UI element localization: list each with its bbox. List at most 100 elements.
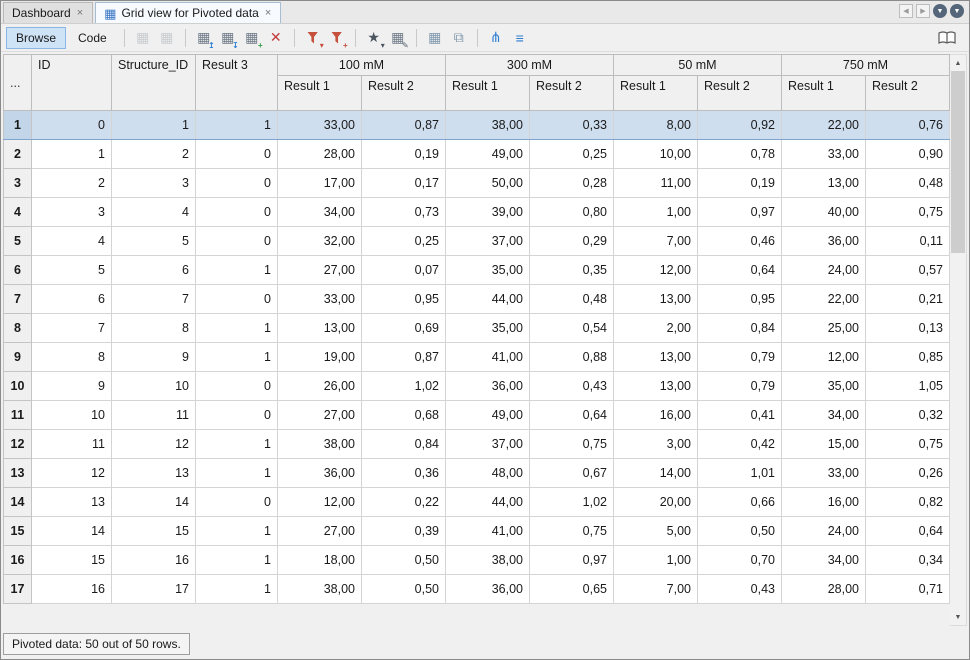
cell[interactable]: 13,00 [614, 372, 698, 401]
table-row[interactable]: 161516118,000,5038,000,971,000,7034,000,… [4, 546, 950, 575]
cell[interactable]: 0,57 [866, 256, 950, 285]
cell[interactable]: 1 [196, 343, 278, 372]
cell[interactable]: 0,84 [362, 430, 446, 459]
cell[interactable]: 0,43 [530, 372, 614, 401]
cell[interactable]: 1 [196, 517, 278, 546]
list-view-icon[interactable]: ≡ [509, 27, 531, 49]
cell[interactable]: 3 [112, 169, 196, 198]
scroll-down-button[interactable]: ▼ [950, 609, 966, 625]
column-header-result-1[interactable]: Result 1 [782, 76, 866, 111]
cell[interactable]: 1 [112, 111, 196, 140]
table-edit-icon[interactable]: ▦✎ [387, 27, 409, 49]
row-number[interactable]: 15 [4, 517, 32, 546]
cell[interactable]: 6 [32, 285, 112, 314]
cell[interactable]: 0,75 [530, 517, 614, 546]
column-header-result-2[interactable]: Result 2 [530, 76, 614, 111]
cell[interactable]: 12,00 [782, 343, 866, 372]
tab-dashboard[interactable]: Dashboard × [3, 2, 93, 23]
row-number[interactable]: 17 [4, 575, 32, 604]
row-number[interactable]: 16 [4, 546, 32, 575]
table-row[interactable]: 323017,000,1750,000,2811,000,1913,000,48 [4, 169, 950, 198]
cell[interactable]: 28,00 [782, 575, 866, 604]
cell[interactable]: 0,75 [530, 430, 614, 459]
cell[interactable]: 0 [196, 140, 278, 169]
cell[interactable]: 0,26 [866, 459, 950, 488]
cell[interactable]: 35,00 [446, 314, 530, 343]
cell[interactable]: 1 [32, 140, 112, 169]
cell[interactable]: 13,00 [614, 343, 698, 372]
cell[interactable]: 8 [112, 314, 196, 343]
cell[interactable]: 6 [112, 256, 196, 285]
cell[interactable]: 0,75 [866, 430, 950, 459]
cell[interactable]: 11,00 [614, 169, 698, 198]
cell[interactable]: 27,00 [278, 401, 362, 430]
cell[interactable]: 15 [32, 546, 112, 575]
row-number[interactable]: 13 [4, 459, 32, 488]
cell[interactable]: 7 [112, 285, 196, 314]
cell[interactable]: 0,17 [362, 169, 446, 198]
cell[interactable]: 0,50 [362, 546, 446, 575]
cell[interactable]: 33,00 [782, 459, 866, 488]
cell[interactable]: 1,00 [614, 198, 698, 227]
cell[interactable]: 11 [32, 430, 112, 459]
row-number[interactable]: 10 [4, 372, 32, 401]
next-tab-button[interactable]: ▶ [916, 4, 930, 18]
cell[interactable]: 5,00 [614, 517, 698, 546]
cell[interactable]: 0,80 [530, 198, 614, 227]
cell[interactable]: 16,00 [614, 401, 698, 430]
cell[interactable]: 14 [112, 488, 196, 517]
cell[interactable]: 0,50 [362, 575, 446, 604]
table-row[interactable]: 101133,000,8738,000,338,000,9222,000,76 [4, 111, 950, 140]
scroll-up-button[interactable]: ▲ [950, 55, 966, 71]
cell[interactable]: 0,11 [866, 227, 950, 256]
cell[interactable]: 33,00 [278, 285, 362, 314]
cell[interactable]: 49,00 [446, 401, 530, 430]
cell[interactable]: 24,00 [782, 517, 866, 546]
cell[interactable]: 0,90 [866, 140, 950, 169]
cell[interactable]: 36,00 [782, 227, 866, 256]
cell[interactable]: 1 [196, 430, 278, 459]
cell[interactable]: 11 [112, 401, 196, 430]
cell[interactable]: 49,00 [446, 140, 530, 169]
cell[interactable]: 0,78 [698, 140, 782, 169]
group-header-50mm[interactable]: 50 mM [614, 55, 782, 76]
cell[interactable]: 35,00 [446, 256, 530, 285]
cell[interactable]: 39,00 [446, 198, 530, 227]
cell[interactable]: 0,95 [362, 285, 446, 314]
row-number[interactable]: 6 [4, 256, 32, 285]
cell[interactable]: 4 [32, 227, 112, 256]
cell[interactable]: 35,00 [782, 372, 866, 401]
add-rows-icon[interactable]: ▦+ [241, 27, 263, 49]
group-header-100mm[interactable]: 100 mM [278, 55, 446, 76]
table-row[interactable]: 656127,000,0735,000,3512,000,6424,000,57 [4, 256, 950, 285]
cell[interactable]: 0,41 [698, 401, 782, 430]
cell[interactable]: 0,79 [698, 372, 782, 401]
cell[interactable]: 15 [112, 517, 196, 546]
cell[interactable]: 1 [196, 314, 278, 343]
cell[interactable]: 16 [32, 575, 112, 604]
cell[interactable]: 14 [32, 517, 112, 546]
cell[interactable]: 38,00 [446, 111, 530, 140]
column-header-result-1[interactable]: Result 1 [446, 76, 530, 111]
table-row[interactable]: 212028,000,1949,000,2510,000,7833,000,90 [4, 140, 950, 169]
cell[interactable]: 0,13 [866, 314, 950, 343]
column-header-structure-id[interactable]: Structure_ID [112, 55, 196, 111]
row-number[interactable]: 9 [4, 343, 32, 372]
code-tab[interactable]: Code [68, 27, 117, 49]
cell[interactable]: 0,32 [866, 401, 950, 430]
cell[interactable]: 24,00 [782, 256, 866, 285]
cell[interactable]: 0,21 [866, 285, 950, 314]
cell[interactable]: 0,66 [698, 488, 782, 517]
cell[interactable]: 0,34 [866, 546, 950, 575]
cell[interactable]: 0,25 [530, 140, 614, 169]
cell[interactable]: 7,00 [614, 227, 698, 256]
cell[interactable]: 41,00 [446, 343, 530, 372]
cell[interactable]: 1,00 [614, 546, 698, 575]
cell[interactable]: 0,84 [698, 314, 782, 343]
cell[interactable]: 0,42 [698, 430, 782, 459]
delete-rows-icon[interactable]: ✕ [265, 27, 287, 49]
vertical-scrollbar[interactable]: ▲ ▼ [950, 54, 967, 626]
cell[interactable]: 34,00 [782, 401, 866, 430]
cell[interactable]: 0,29 [530, 227, 614, 256]
cell[interactable]: 25,00 [782, 314, 866, 343]
